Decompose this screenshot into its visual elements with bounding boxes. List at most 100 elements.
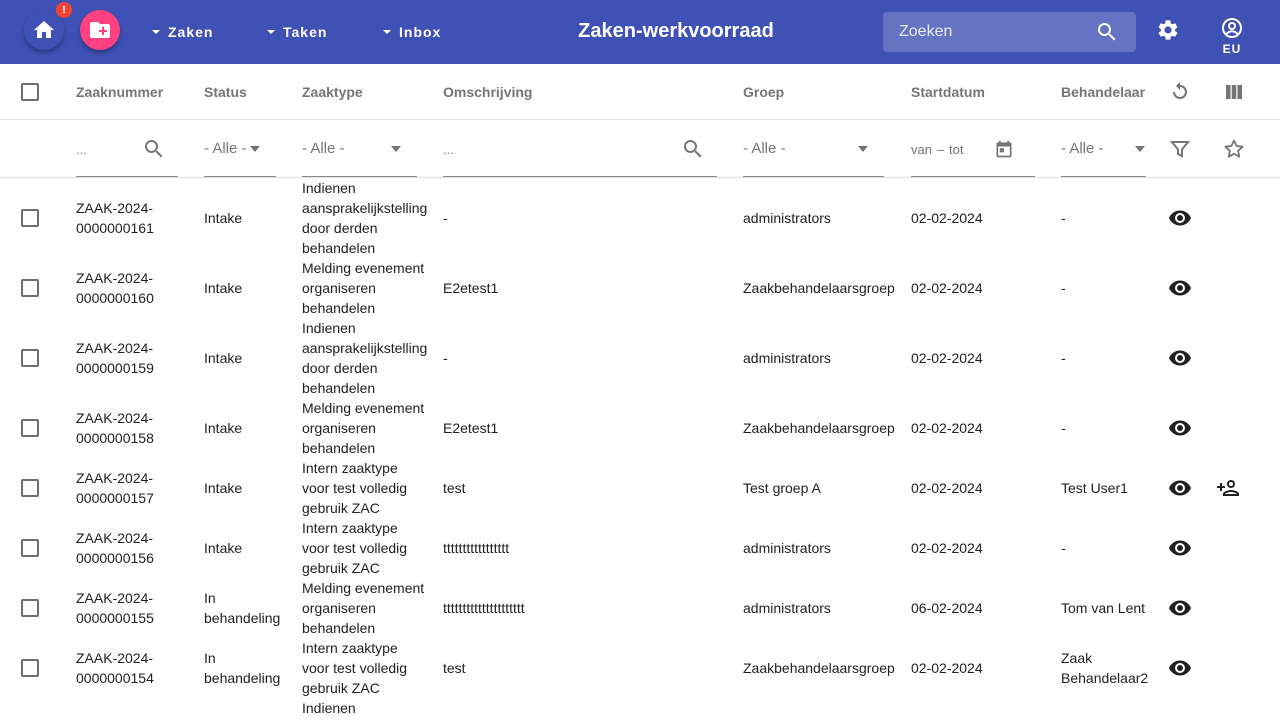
startdatum-cell: 02-02-2024 — [911, 480, 983, 496]
view-eye-icon[interactable] — [1168, 206, 1192, 230]
column-header-status[interactable]: Status — [204, 84, 247, 100]
filter-omschrijving[interactable]: ... — [443, 120, 717, 177]
table-row[interactable]: ZAAK-2024- 0000000156 Intake Intern zaaktyp… — [0, 518, 1280, 578]
create-zaak-button[interactable] — [80, 10, 120, 50]
zaaktype-cell-line: behandelen — [302, 300, 376, 316]
view-eye-icon[interactable] — [1168, 536, 1192, 560]
row-checkbox[interactable] — [21, 539, 39, 557]
table-row[interactable]: ZAAK-2024- 0000000158 Intake Melding evenem… — [0, 398, 1280, 458]
zaaknummer-cell-line: ZAAK-2024- — [76, 340, 154, 356]
view-eye-icon[interactable] — [1168, 276, 1192, 300]
column-header-groep[interactable]: Groep — [743, 84, 784, 100]
zaaktype-cell: Intern zaaktype voor test volledig gebruik… — [302, 458, 407, 518]
nav-menu-label: Inbox — [399, 24, 442, 40]
zaaknummer-cell: ZAAK-2024- 0000000156 — [76, 528, 154, 568]
zaaknummer-cell: ZAAK-2024- 0000000159 — [76, 338, 154, 378]
caret-down-icon — [152, 30, 160, 34]
zaaknummer-cell: ZAAK-2024- 0000000155 — [76, 588, 154, 628]
behandelaar-cell: - — [1061, 348, 1066, 368]
filter-status[interactable]: - Alle - — [204, 120, 276, 177]
zaaknummer-cell: ZAAK-2024- 0000000157 — [76, 468, 154, 508]
zaaktype-cell-line: Intern zaaktype — [302, 640, 398, 656]
search-icon[interactable] — [142, 137, 166, 161]
behandelaar-cell: - — [1061, 538, 1066, 558]
row-checkbox[interactable] — [21, 349, 39, 367]
assign-user-icon[interactable] — [1216, 476, 1240, 500]
zaaktype-cell-line: door derden — [302, 220, 378, 236]
zaaktype-cell-line: behandelen — [302, 380, 376, 396]
row-checkbox[interactable] — [21, 479, 39, 497]
nav-menu-taken[interactable]: Taken — [265, 20, 327, 44]
zaaknummer-cell-line: 0000000159 — [76, 360, 154, 376]
filter-startdatum[interactable]: van – tot — [911, 120, 1035, 177]
zaaktype-cell-line: gebruik ZAC — [302, 500, 380, 516]
nav-menu-zaken[interactable]: Zaken — [150, 20, 213, 44]
table-row[interactable]: ZAAK-2024- 0000000154 In behandeling Intern … — [0, 638, 1280, 698]
view-eye-icon[interactable] — [1168, 416, 1192, 440]
startdatum-cell: 02-02-2024 — [911, 280, 983, 296]
column-header-omschrijving[interactable]: Omschrijving — [443, 84, 532, 100]
column-header-zaaktype[interactable]: Zaaktype — [302, 84, 363, 100]
startdatum-cell: 02-02-2024 — [911, 540, 983, 556]
omschrijving-cell: E2etest1 — [443, 420, 499, 436]
filter-zaaktype[interactable]: - Alle - — [302, 120, 417, 177]
behandelaar-cell-line: - — [1061, 210, 1066, 226]
gear-icon[interactable] — [1156, 18, 1180, 42]
row-checkbox[interactable] — [21, 599, 39, 617]
table-row[interactable]: Indienen — [0, 698, 1280, 720]
filter-behandelaar[interactable]: - Alle - — [1061, 120, 1146, 177]
dropdown-arrow-icon — [250, 146, 260, 152]
zaaknummer-cell: ZAAK-2024- 0000000160 — [76, 268, 154, 308]
zaaknummer-cell-line: 0000000158 — [76, 430, 154, 446]
status-cell: In behandeling — [204, 588, 280, 628]
row-checkbox[interactable] — [21, 209, 39, 227]
view-columns-icon[interactable] — [1222, 80, 1246, 104]
table-header: Zaaknummer Status Zaaktype Omschrijving … — [0, 64, 1280, 120]
folder-plus-icon — [90, 22, 110, 38]
table-row[interactable]: ZAAK-2024- 0000000159 Intake Indienen aanspr… — [0, 318, 1280, 398]
nav-menu-inbox[interactable]: Inbox — [381, 20, 441, 44]
omschrijving-cell: ttttttttttttttttttttt — [443, 600, 525, 616]
view-eye-icon[interactable] — [1168, 346, 1192, 370]
column-header-startdatum[interactable]: Startdatum — [911, 84, 985, 100]
table-row[interactable]: ZAAK-2024- 0000000157 Intake Intern zaaktyp… — [0, 458, 1280, 518]
search-input[interactable] — [899, 12, 1089, 52]
zaaktype-cell-line: organiseren — [302, 280, 376, 296]
view-eye-icon[interactable] — [1168, 656, 1192, 680]
select-all-checkbox[interactable] — [21, 83, 39, 101]
search-field[interactable] — [883, 12, 1136, 52]
search-icon[interactable] — [681, 137, 705, 161]
row-checkbox[interactable] — [21, 419, 39, 437]
row-checkbox[interactable] — [21, 279, 39, 297]
view-eye-icon[interactable] — [1168, 596, 1192, 620]
behandelaar-cell-line: Behandelaar2 — [1061, 670, 1149, 686]
account-circle-icon[interactable] — [1220, 16, 1244, 40]
status-cell-line: behandeling — [204, 610, 281, 626]
filter-status-value: - Alle - — [204, 140, 247, 157]
column-header-zaaknummer[interactable]: Zaaknummer — [76, 84, 163, 100]
status-cell: Intake — [204, 478, 242, 498]
zaaktype-cell-line: Indienen — [302, 320, 356, 336]
search-icon[interactable] — [1095, 20, 1119, 44]
behandelaar-cell-line: - — [1061, 540, 1066, 556]
behandelaar-cell: - — [1061, 418, 1066, 438]
refresh-icon[interactable] — [1168, 80, 1192, 104]
top-toolbar: ! Zaken Taken Inbox Zaken-werkvoorraad E… — [0, 0, 1280, 64]
table-row[interactable]: ZAAK-2024- 0000000161 Intake Indienen aanspr… — [0, 178, 1280, 258]
zaaktype-cell-line: gebruik ZAC — [302, 680, 380, 696]
filter-zaaknummer[interactable]: ... — [76, 120, 178, 177]
zaaknummer-cell-line: 0000000157 — [76, 490, 154, 506]
filter-zaaktype-value: - Alle - — [302, 140, 345, 157]
status-cell: Intake — [204, 418, 242, 438]
view-eye-icon[interactable] — [1168, 476, 1192, 500]
zaaktype-cell-line: organiseren — [302, 600, 376, 616]
calendar-icon[interactable] — [994, 139, 1014, 159]
column-header-behandelaar[interactable]: Behandelaar — [1061, 84, 1145, 100]
row-checkbox[interactable] — [21, 659, 39, 677]
table-row[interactable]: ZAAK-2024- 0000000155 In behandeling Melding… — [0, 578, 1280, 638]
star-outline-icon[interactable] — [1222, 137, 1246, 161]
filter-icon[interactable] — [1168, 137, 1192, 161]
filter-groep[interactable]: - Alle - — [743, 120, 884, 177]
table-row[interactable]: ZAAK-2024- 0000000160 Intake Melding evenem… — [0, 258, 1280, 318]
caret-down-icon — [267, 30, 275, 34]
